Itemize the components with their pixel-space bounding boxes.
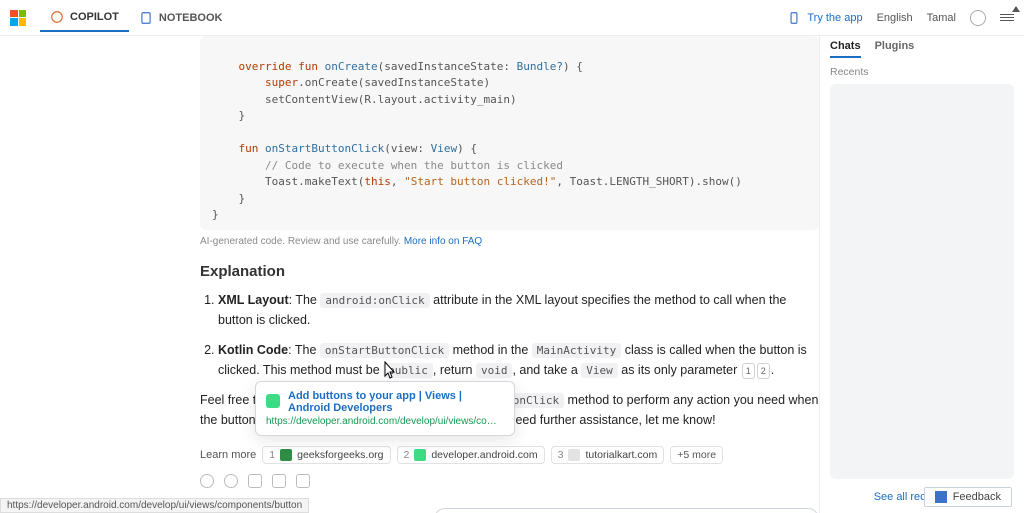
export-icon[interactable] bbox=[272, 474, 286, 488]
scroll-up-arrow-icon[interactable] bbox=[1012, 6, 1020, 16]
conversation-area: override fun onCreate(savedInstanceState… bbox=[0, 36, 819, 513]
feedback-icon bbox=[935, 491, 947, 503]
learn-more-row: Learn more 1geeksforgeeks.org 2developer… bbox=[200, 446, 819, 464]
learn-more-label: Learn more bbox=[200, 449, 256, 461]
mobile-icon bbox=[787, 11, 801, 25]
citation-2[interactable]: 2 bbox=[757, 363, 770, 379]
explanation-item-kotlin: Kotlin Code: The onStartButtonClick meth… bbox=[218, 340, 819, 380]
more-sources-chip[interactable]: +5 more bbox=[670, 446, 723, 464]
faq-link[interactable]: More info on FAQ bbox=[404, 236, 482, 247]
explanation-list: XML Layout: The android:onClick attribut… bbox=[200, 290, 819, 380]
ai-disclaimer: AI-generated code. Review and use carefu… bbox=[200, 236, 819, 247]
recents-placeholder bbox=[830, 84, 1014, 479]
feedback-button[interactable]: Feedback bbox=[924, 487, 1012, 507]
android-icon bbox=[414, 449, 426, 461]
android-icon bbox=[266, 394, 280, 408]
source-chip-2[interactable]: 2developer.android.com bbox=[397, 446, 545, 464]
try-the-app-link[interactable]: Try the app bbox=[787, 11, 862, 25]
microsoft-logo bbox=[10, 10, 26, 26]
tooltip-title[interactable]: Add buttons to your app | Views | Androi… bbox=[266, 390, 504, 414]
user-name[interactable]: Tamal bbox=[927, 12, 956, 24]
gfg-icon bbox=[280, 449, 292, 461]
language-selector[interactable]: English bbox=[877, 12, 913, 24]
tutorialkart-icon bbox=[568, 449, 580, 461]
thumbs-down-icon[interactable] bbox=[224, 474, 238, 488]
tab-copilot[interactable]: COPILOT bbox=[40, 4, 129, 32]
copy-icon[interactable] bbox=[248, 474, 262, 488]
tab-notebook-label: NOTEBOOK bbox=[159, 12, 223, 24]
source-tooltip: Add buttons to your app | Views | Androi… bbox=[255, 381, 515, 436]
recents-label: Recents bbox=[820, 58, 1024, 82]
tooltip-url: https://developer.android.com/develop/ui… bbox=[266, 416, 504, 427]
top-bar: COPILOT NOTEBOOK Try the app English Tam… bbox=[0, 0, 1024, 36]
share-icon[interactable] bbox=[296, 474, 310, 488]
suggestion-chip[interactable]: Can you show me how to handle button cli… bbox=[434, 508, 819, 513]
status-bar-url: https://developer.android.com/develop/ui… bbox=[0, 498, 309, 513]
right-panel: Chats Plugins Recents See all recent cha… bbox=[819, 36, 1024, 513]
explanation-item-xml: XML Layout: The android:onClick attribut… bbox=[218, 290, 819, 330]
explanation-heading: Explanation bbox=[200, 263, 819, 280]
message-feedback-row bbox=[200, 474, 819, 488]
thumbs-up-icon[interactable] bbox=[200, 474, 214, 488]
copilot-icon bbox=[50, 10, 64, 24]
right-tab-chats[interactable]: Chats bbox=[830, 40, 861, 58]
source-chip-3[interactable]: 3tutorialkart.com bbox=[551, 446, 665, 464]
code-block: override fun onCreate(savedInstanceState… bbox=[200, 36, 819, 230]
tab-notebook[interactable]: NOTEBOOK bbox=[129, 5, 233, 31]
avatar-icon[interactable] bbox=[970, 10, 986, 26]
citation-1[interactable]: 1 bbox=[742, 363, 755, 379]
tab-copilot-label: COPILOT bbox=[70, 11, 119, 23]
notebook-icon bbox=[139, 11, 153, 25]
source-chip-1[interactable]: 1geeksforgeeks.org bbox=[262, 446, 390, 464]
right-tab-plugins[interactable]: Plugins bbox=[875, 40, 915, 58]
